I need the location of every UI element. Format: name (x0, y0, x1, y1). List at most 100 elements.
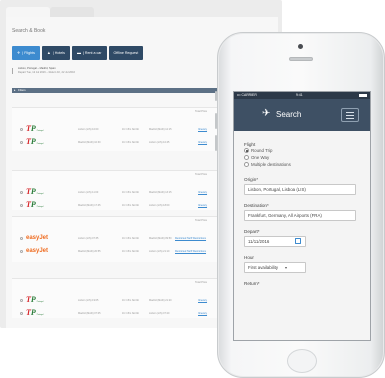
radio-icon (244, 162, 249, 167)
destination-input[interactable]: Frankfurt, Germany, All Airports (FRA) (244, 210, 356, 221)
flight-depart: Lisbon (LIS) 11:00 (78, 190, 99, 194)
destination-label: Destination* (244, 203, 269, 208)
flight-select-radio[interactable] (20, 312, 23, 315)
flight-select-radio[interactable] (20, 204, 23, 207)
tap-logo-p: P (30, 137, 36, 146)
hamburger-line (346, 115, 354, 116)
tap-logo-p: P (30, 124, 36, 133)
itinerary-link[interactable]: Restricted Tariff Restrictions (175, 250, 206, 253)
hour-select[interactable]: First availability (244, 262, 306, 273)
itinerary-link[interactable]: Itinerary (198, 299, 207, 302)
flight-row[interactable]: easyJet Madrid (MAD) 20:55 1hr 15m NonSt Li… (12, 247, 244, 255)
menu-button[interactable] (341, 108, 359, 122)
fare-header: Total Price (195, 219, 208, 222)
phone-volume-up (215, 113, 217, 129)
carrier-label: ••• CARRIER (237, 93, 257, 97)
flight-row[interactable]: TP Portugal Madrid (MAD) 17:45 1hr 15m NonS… (12, 201, 244, 209)
tap-logo-mark: TP (26, 125, 36, 133)
tap-logo-p: P (30, 295, 36, 304)
flight-duration: 1hr 15m NonSt (122, 140, 139, 144)
flight-select-radio[interactable] (20, 141, 23, 144)
app-header: ✈ Search (234, 99, 370, 131)
radio-icon (244, 155, 249, 160)
easyjet-logo-text: easyJet (26, 248, 49, 254)
radio-one-way[interactable]: One Way (244, 155, 269, 160)
home-button[interactable] (287, 349, 317, 373)
phone-mute-switch (215, 91, 217, 101)
radio-multiple-destinations[interactable]: Multiple destinations (244, 162, 291, 167)
itinerary-link[interactable]: Itinerary (198, 312, 207, 315)
flight-row[interactable]: TP Portugal Madrid (MAD) 10:30 1hr 15m NonS… (12, 138, 244, 146)
flight-duration: 1hr 15m NonSt (122, 203, 139, 207)
flight-result: Total Price TP Portugal Lisbon (LIS) 19:05 1… (12, 278, 244, 318)
return-label: Return* (244, 281, 260, 286)
itinerary-link[interactable]: Restricted Tariff Restrictions (175, 237, 206, 240)
itinerary-link[interactable]: Itinerary (198, 191, 207, 194)
flight-arrive: Madrid (MAD) 13:15 (149, 190, 172, 194)
hotel-icon: ▲ (46, 50, 51, 55)
flight-select-radio[interactable] (20, 128, 23, 131)
filter-label: Filters (18, 88, 26, 92)
flight-depart: Madrid (MAD) 07:05 (78, 311, 101, 315)
tap-logo-subtitle: Portugal (36, 314, 44, 316)
filter-bar[interactable]: ▸ Filters (12, 88, 244, 93)
tap-logo-subtitle: Portugal (36, 130, 44, 132)
easyjet-logo: easyJet (26, 247, 48, 255)
calendar-icon[interactable] (295, 238, 301, 244)
tap-logo-mark: TP (26, 201, 36, 209)
flight-row[interactable]: TP Portugal Lisbon (LIS) 19:05 1hr 15m NonS… (12, 296, 244, 304)
flight-arrive: Madrid (MAD) 21:20 (149, 298, 172, 302)
phone-speaker (289, 57, 313, 61)
origin-label: Origin* (244, 177, 259, 182)
tab-hotels[interactable]: ▲ | Hotels (41, 46, 70, 60)
tap-logo-p: P (30, 187, 36, 196)
itinerary-link[interactable]: Itinerary (198, 204, 207, 207)
fare-header: Total Price (195, 173, 208, 176)
radio-selected-icon (244, 148, 249, 153)
tab-flights[interactable]: ✈ | Flights (12, 46, 40, 60)
flight-select-radio[interactable] (20, 250, 23, 253)
search-dates: Depart Tue, 12 Jul 2016 – Return Fri, 22… (18, 71, 75, 74)
radio-label: Round Trip (251, 148, 273, 153)
depart-label: Depart* (244, 229, 260, 234)
flight-row[interactable]: TP Portugal Lisbon (LIS) 10:00 1hr 15m NonS… (12, 125, 244, 133)
radio-round-trip[interactable]: Round Trip (244, 148, 272, 153)
flight-select-radio[interactable] (20, 191, 23, 194)
flight-row[interactable]: easyJet Lisbon (LIS) 07:35 1hr 15m NonSt Ma… (12, 234, 244, 242)
tab-label: | Rent a car (82, 51, 102, 55)
tab-rent-a-car[interactable]: ▬ | Rent a car (71, 46, 107, 60)
itinerary-link[interactable]: Itinerary (198, 141, 207, 144)
search-summary: Lisbon, Portugal – Madrid, Spain Depart … (18, 67, 75, 75)
browser-tab-active[interactable] (6, 7, 50, 17)
phone-mockup: ••• CARRIER 9:41 ✈ Search Flight Round T… (215, 32, 385, 378)
flight-depart: Lisbon (LIS) 10:00 (78, 127, 99, 131)
itinerary-link[interactable]: Itinerary (198, 128, 207, 131)
flight-select-radio[interactable] (20, 299, 23, 302)
origin-input[interactable]: Lisbon, Portugal, Lisboa (LIS) (244, 184, 356, 195)
tab-label: | Hotels (52, 51, 65, 55)
status-time: 9:41 (296, 93, 303, 97)
tap-logo-mark: TP (26, 296, 36, 304)
flight-depart: Lisbon (LIS) 07:35 (78, 236, 99, 240)
phone-screen: ••• CARRIER 9:41 ✈ Search Flight Round T… (233, 91, 371, 341)
flight-row[interactable]: TP Portugal Lisbon (LIS) 11:00 1hr 15m NonS… (12, 188, 244, 196)
flight-arrive: Lisbon (LIS) 18:00 (149, 203, 170, 207)
tab-label: | Flights (22, 51, 35, 55)
radio-label: One Way (251, 155, 270, 160)
car-icon: ▬ (76, 50, 81, 55)
flight-row[interactable]: TP Portugal Madrid (MAD) 07:05 1hr 15m NonS… (12, 309, 244, 317)
tap-portugal-logo: TP Portugal (26, 309, 43, 317)
tap-logo-mark: TP (26, 138, 36, 146)
tap-logo-p: P (30, 308, 36, 317)
flight-select-radio[interactable] (20, 237, 23, 240)
browser-tab[interactable] (50, 7, 94, 17)
flight-type-label: Flight (244, 142, 256, 147)
plane-icon: ✈ (262, 108, 271, 119)
tab-label: Offline Request (113, 51, 139, 55)
tap-logo-subtitle: Portugal (36, 206, 44, 208)
app-title: Search (276, 110, 302, 119)
tab-offline-request[interactable]: Offline Request (108, 46, 144, 60)
tap-logo-subtitle: Portugal (36, 193, 44, 195)
tap-logo-mark: TP (26, 309, 36, 317)
flight-duration: 1hr 15m NonSt (122, 190, 139, 194)
